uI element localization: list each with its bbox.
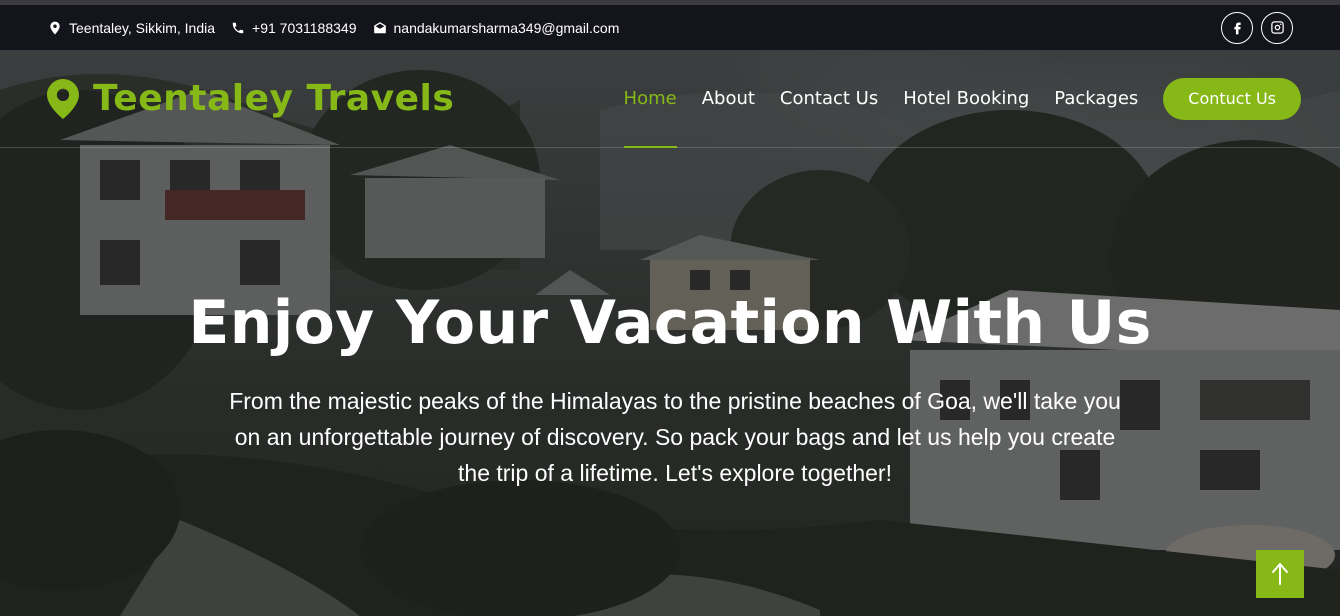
map-pin-icon bbox=[50, 21, 60, 34]
brand-logo[interactable]: Teentaley Travels bbox=[47, 78, 454, 119]
envelope-open-icon bbox=[373, 21, 386, 33]
arrow-up-icon bbox=[1272, 563, 1288, 585]
facebook-icon bbox=[1233, 22, 1241, 35]
facebook-link[interactable] bbox=[1221, 11, 1253, 44]
nav-link-contact-us[interactable]: Contact Us bbox=[780, 50, 878, 148]
top-info-bar: Teentaley, Sikkim, India +91 7031188349 … bbox=[0, 0, 1340, 50]
location-text: Teentaley, Sikkim, India bbox=[69, 19, 216, 36]
map-marker-icon bbox=[47, 78, 79, 119]
brand-name: Teentaley Travels bbox=[93, 78, 455, 119]
nav-link-packages[interactable]: Packages bbox=[1054, 50, 1138, 148]
nav-links: Home About Contact Us Hotel Booking Pack… bbox=[599, 50, 1301, 148]
main-navbar: Teentaley Travels Home About Contact Us … bbox=[0, 50, 1340, 148]
hero-subtitle: From the majestic peaks of the Himalayas… bbox=[229, 388, 1121, 486]
back-to-top-button[interactable] bbox=[1256, 550, 1304, 598]
nav-link-home[interactable]: Home bbox=[623, 50, 677, 148]
hero-title: Enjoy Your Vacation With Us bbox=[188, 288, 1152, 358]
nav-link-about[interactable]: About bbox=[702, 50, 755, 148]
instagram-icon bbox=[1270, 21, 1284, 34]
phone-info[interactable]: +91 7031188349 bbox=[231, 19, 357, 36]
email-text: nandakumarsharma349@gmail.com bbox=[393, 19, 620, 36]
phone-icon bbox=[232, 22, 244, 33]
location-info: Teentaley, Sikkim, India bbox=[48, 20, 215, 36]
phone-text: +91 7031188349 bbox=[252, 19, 357, 36]
instagram-link[interactable] bbox=[1261, 11, 1293, 44]
contact-us-button[interactable]: Contuct Us bbox=[1163, 77, 1301, 120]
nav-link-hotel-booking[interactable]: Hotel Booking bbox=[903, 50, 1029, 148]
email-info[interactable]: nandakumarsharma349@gmail.com bbox=[373, 19, 620, 36]
